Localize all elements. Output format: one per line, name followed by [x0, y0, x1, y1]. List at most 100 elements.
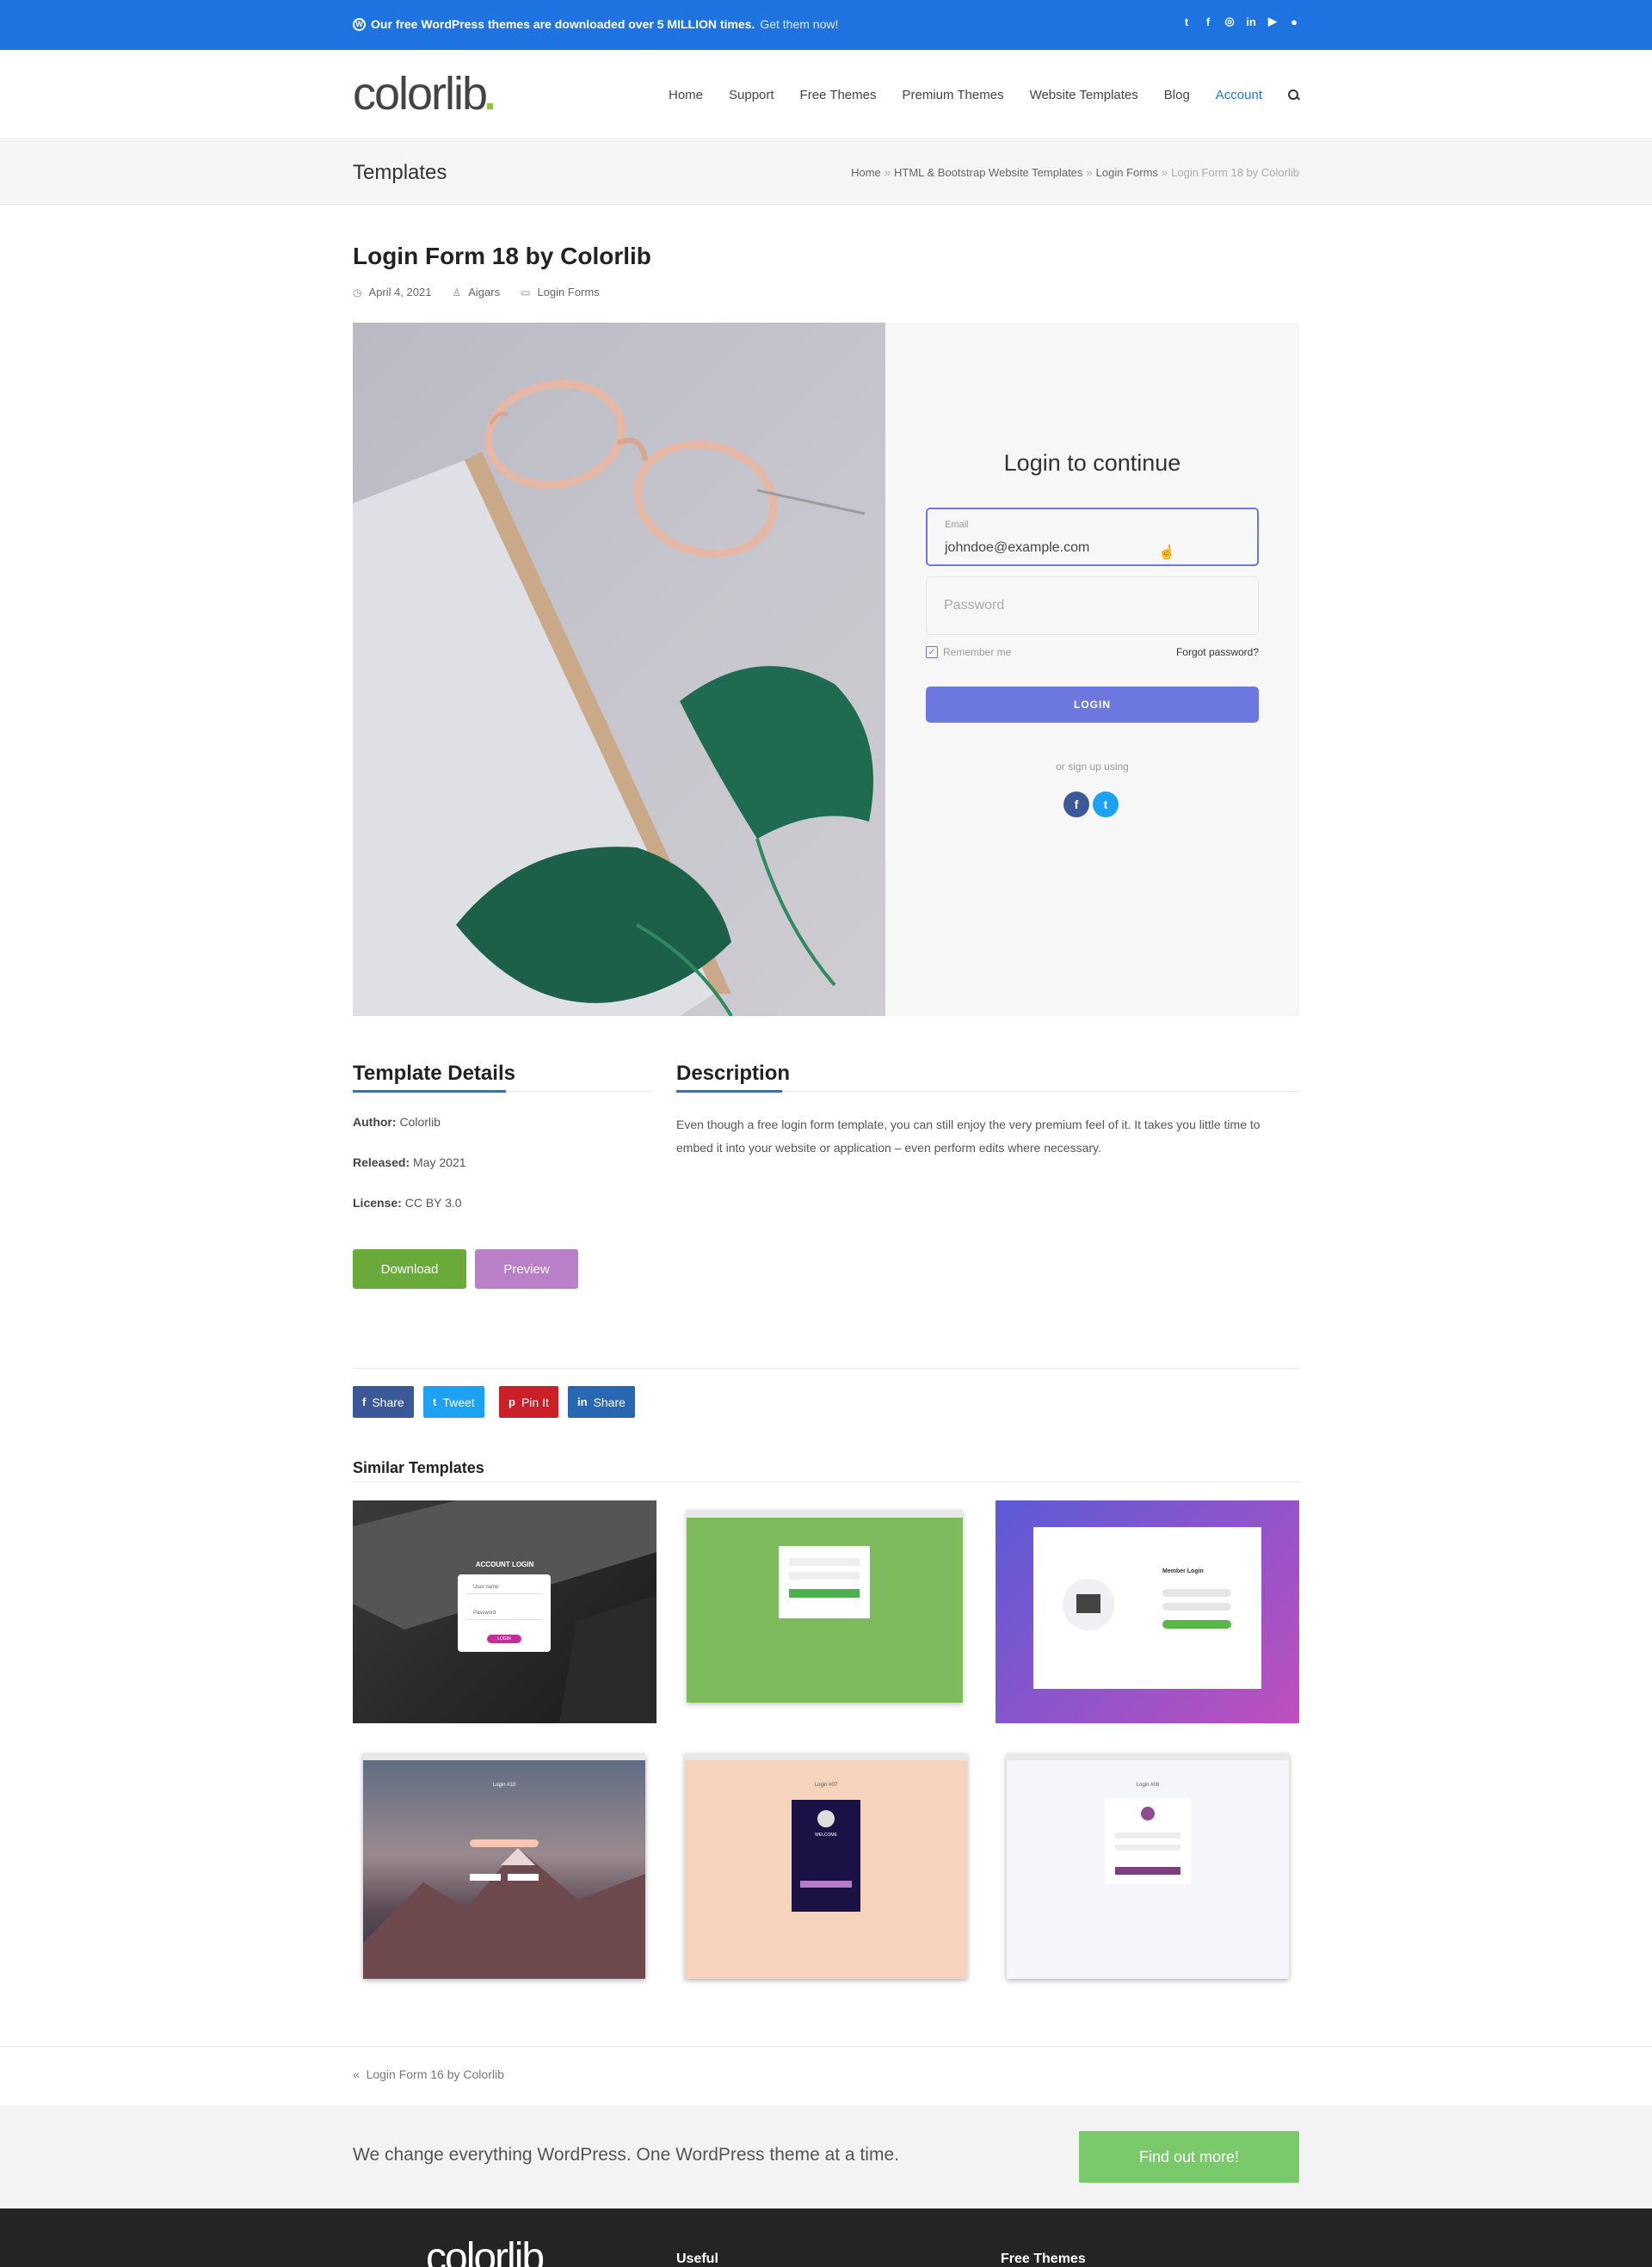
previous-post-link[interactable]: « Login Form 16 by Colorlib [353, 2067, 504, 2081]
announcement-link[interactable]: Get them now! [760, 17, 838, 31]
thumb-field [789, 1558, 860, 1566]
thumb-login-button [1162, 1620, 1231, 1629]
preview-social: f t [1063, 792, 1119, 817]
user-icon: ♙ [452, 286, 462, 299]
thumb-field [1115, 1845, 1180, 1851]
similar-templates-heading: Similar Templates [353, 1459, 484, 1476]
similar-template-card[interactable]: Member Login [996, 1500, 1299, 1723]
twitter-icon: t [1093, 792, 1119, 817]
thumb-login-card: Member Login [1033, 1527, 1261, 1689]
nav-support[interactable]: Support [729, 88, 774, 102]
post-author-text[interactable]: Aigars [468, 286, 500, 299]
detail-released-value: May 2021 [413, 1155, 466, 1169]
facebook-icon: f [1063, 792, 1089, 817]
announcement-message: W Our free WordPress themes are download… [353, 17, 838, 31]
search-icon[interactable] [1288, 89, 1299, 101]
logo-dot [487, 103, 494, 109]
detail-license: License: CC BY 3.0 [353, 1196, 462, 1210]
post-title: Login Form 18 by Colorlib [353, 243, 651, 269]
linkedin-icon[interactable]: in [1244, 15, 1258, 28]
preview-remember-label: Remember me [943, 646, 1012, 658]
similar-template-card[interactable] [687, 1510, 963, 1703]
facebook-icon: f [362, 1395, 367, 1408]
post-category-text[interactable]: Login Forms [537, 286, 599, 299]
share-facebook-button[interactable]: f Share [353, 1386, 414, 1418]
thumb-browser-bar [1007, 1753, 1289, 1760]
preview-login-form: Login to continue Email johndoe@example.… [885, 323, 1299, 1016]
download-button[interactable]: Download [353, 1249, 466, 1289]
thumb-login-button: LOGIN [487, 1635, 521, 1643]
social-links: t f ◎ in ▶ ● [1180, 15, 1301, 28]
similar-template-card[interactable]: Login #08 [1007, 1753, 1289, 1979]
find-out-more-button[interactable]: Find out more! [1079, 2131, 1299, 2183]
share-linkedin-button[interactable]: in Share [568, 1386, 635, 1418]
thumb-heading: Login #08 [1136, 1783, 1160, 1788]
photo-illustration [353, 379, 873, 1016]
twitter-icon[interactable]: t [1180, 15, 1193, 28]
breadcrumb-login-forms[interactable]: Login Forms [1096, 166, 1158, 179]
pinterest-icon: p [509, 1395, 515, 1408]
announcement-bar: W Our free WordPress themes are download… [0, 0, 1652, 50]
preview-heading: Login to continue [1003, 450, 1181, 476]
preview-photo [353, 323, 885, 1016]
nav-free-themes[interactable]: Free Themes [800, 88, 877, 102]
post-date-text: April 4, 2021 [368, 286, 432, 299]
description-heading: Description [676, 1062, 791, 1085]
site-footer: colorlib Useful Free Themes [0, 2208, 1652, 2267]
thumb-heading: ACCOUNT LOGIN [475, 1561, 534, 1568]
thumb-social-button [470, 1874, 501, 1881]
page-title-bar: Templates Home» HTML & Bootstrap Website … [0, 140, 1652, 205]
breadcrumb-home[interactable]: Home [851, 166, 881, 179]
detail-author: Author: Colorlib [353, 1115, 441, 1129]
post-meta: ◷ April 4, 2021 ♙ Aigars ▭ Login Forms [353, 286, 600, 299]
detail-released: Released: May 2021 [353, 1155, 466, 1169]
post-category[interactable]: ▭ Login Forms [521, 286, 600, 299]
template-preview-image: Login to continue Email johndoe@example.… [353, 323, 1299, 1016]
cta-bar: We change everything WordPress. One Word… [0, 2105, 1652, 2208]
detail-license-label: License: [353, 1196, 402, 1210]
share-divider [353, 1368, 1299, 1369]
preview-button[interactable]: Preview [475, 1249, 578, 1289]
thumb-field [1162, 1589, 1231, 1597]
preview-email-label: Email [945, 520, 969, 530]
thumb-login-button [470, 1839, 539, 1847]
detail-license-value: CC BY 3.0 [404, 1196, 462, 1210]
nav-home[interactable]: Home [669, 88, 703, 102]
post-author[interactable]: ♙ Aigars [452, 286, 500, 299]
youtube-icon[interactable]: ▶ [1266, 15, 1279, 28]
site-logo[interactable]: colorlib [353, 67, 494, 120]
wordpress-icon: W [353, 17, 366, 31]
previous-post-title[interactable]: Login Form 16 by Colorlib [367, 2067, 504, 2081]
breadcrumb-separator: » [884, 166, 891, 179]
breadcrumb-templates[interactable]: HTML & Bootstrap Website Templates [894, 166, 1082, 179]
thumb-login-card: User name Password LOGIN [458, 1574, 551, 1652]
lock-icon [1141, 1807, 1155, 1820]
thumb-login-button [1115, 1867, 1180, 1875]
similar-template-card[interactable]: Login #07 WELCOME [685, 1753, 967, 1979]
preview-forgot: Forgot password? [1175, 646, 1259, 658]
share-pinterest-button[interactable]: p Pin It [499, 1386, 558, 1418]
github-icon[interactable]: ● [1287, 15, 1301, 28]
similar-template-card[interactable]: Login #10 [363, 1753, 645, 1979]
logo-text: colorlib [353, 68, 488, 120]
post-nav-divider [0, 2046, 1652, 2047]
thumb-login-button [789, 1589, 860, 1598]
share-twitter-button[interactable]: t Tweet [423, 1386, 484, 1418]
footer-logo[interactable]: colorlib [426, 2234, 545, 2267]
main-nav: Home Support Free Themes Premium Themes … [669, 88, 1299, 102]
thumb-monitor-icon [1076, 1594, 1100, 1613]
facebook-icon[interactable]: f [1201, 15, 1215, 28]
nav-website-templates[interactable]: Website Templates [1030, 88, 1138, 102]
thumb-user-label: User name [473, 1585, 499, 1590]
thumb-login-card: WELCOME [792, 1800, 860, 1912]
instagram-icon[interactable]: ◎ [1223, 15, 1236, 28]
detail-author-value: Colorlib [399, 1115, 441, 1129]
thumb-field [1115, 1833, 1180, 1839]
nav-premium-themes[interactable]: Premium Themes [902, 88, 1003, 102]
thumb-login-card [1105, 1798, 1191, 1884]
preview-password-placeholder: Password [944, 598, 1005, 613]
nav-blog[interactable]: Blog [1164, 88, 1190, 102]
nav-account[interactable]: Account [1216, 88, 1262, 102]
similar-template-card[interactable]: ACCOUNT LOGIN User name Password LOGIN [353, 1500, 656, 1723]
announcement-text: Our free WordPress themes are downloaded… [371, 17, 755, 31]
